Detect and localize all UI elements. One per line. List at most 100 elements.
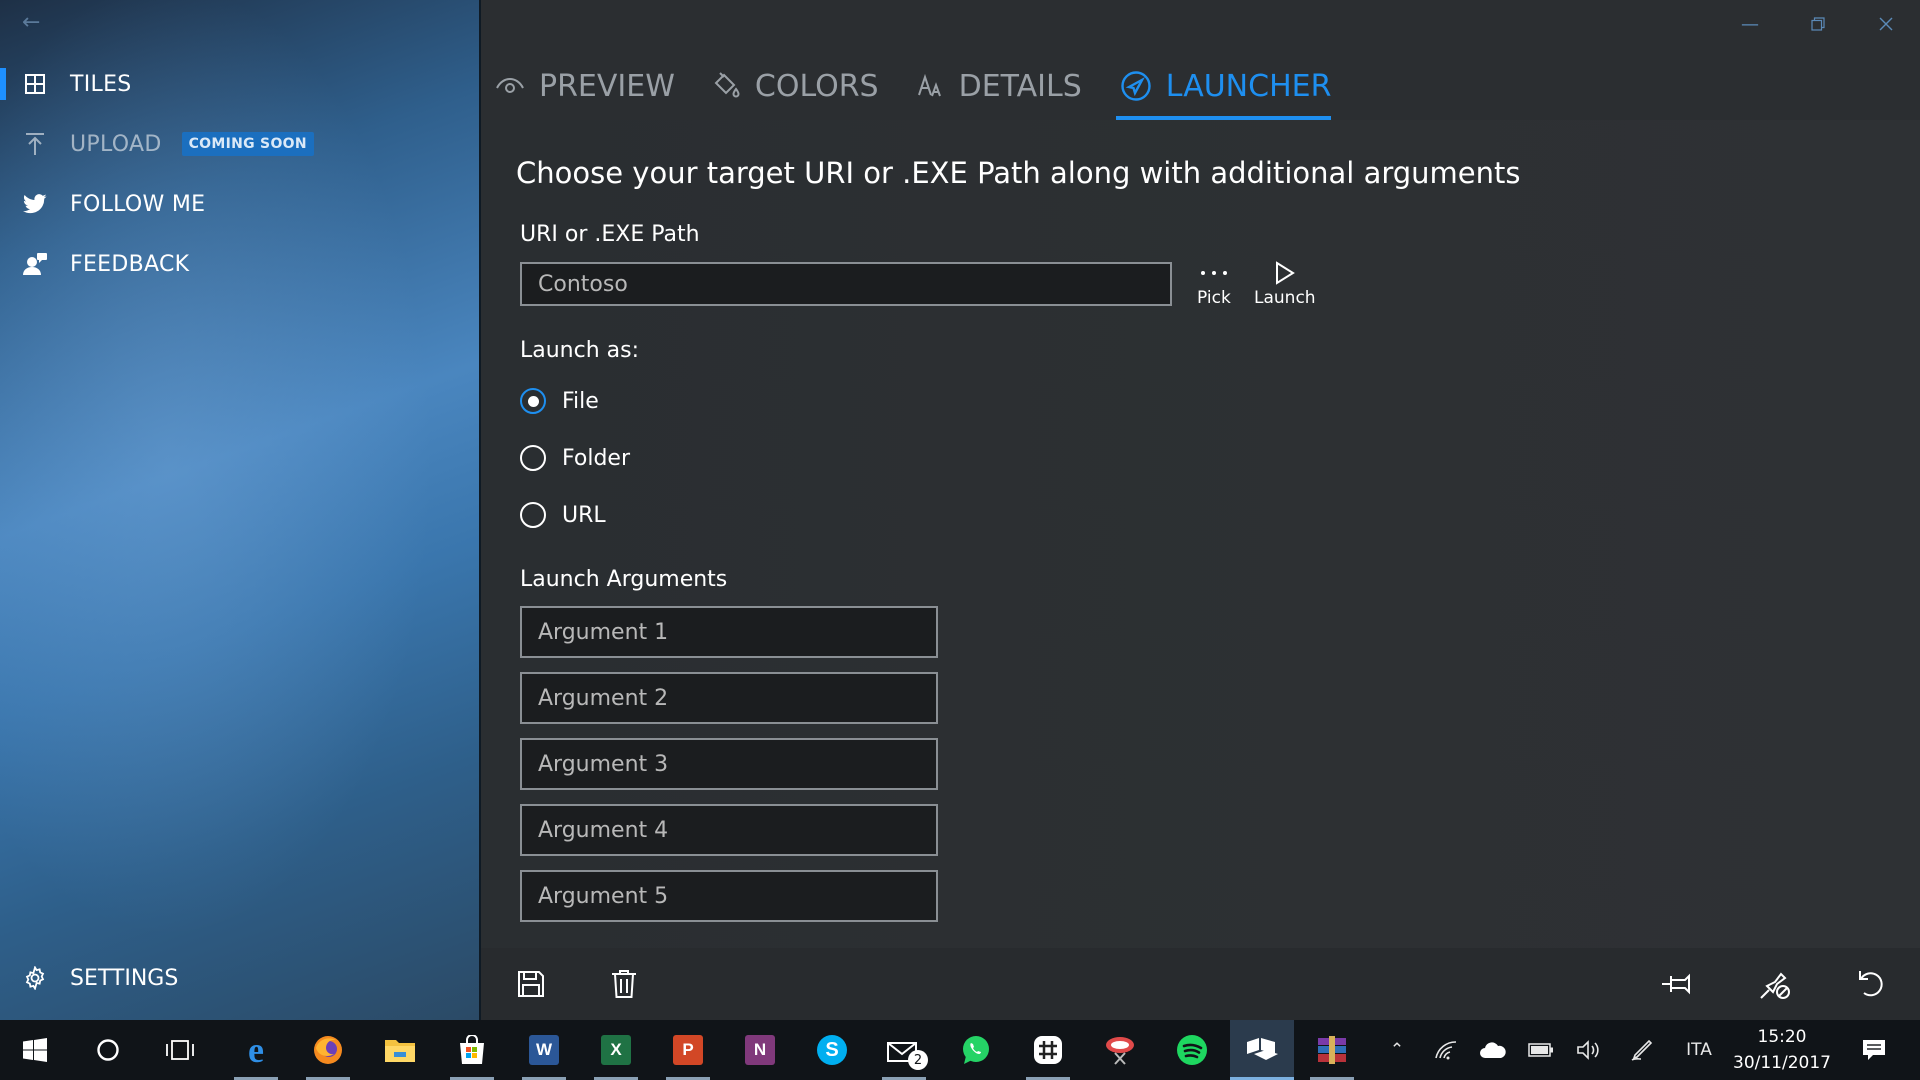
radio-url[interactable]: URL [520, 502, 606, 528]
edge-taskbar-icon[interactable]: e [226, 1020, 286, 1080]
radio-label: URL [562, 502, 606, 528]
tile-app-taskbar-icon[interactable] [1230, 1020, 1294, 1080]
tab-preview[interactable]: PREVIEW [495, 58, 675, 114]
launch-button[interactable]: Launch [1254, 258, 1316, 308]
argument-5-input[interactable] [520, 870, 938, 922]
restore-icon [1811, 17, 1825, 31]
minimize-button[interactable]: — [1716, 0, 1784, 48]
undo-button[interactable] [1844, 962, 1900, 1006]
system-clock[interactable]: 15:20 30/11/2017 [1722, 1024, 1842, 1076]
nav-item-follow-me[interactable]: FOLLOW ME [0, 176, 479, 232]
onenote-taskbar-icon[interactable]: N [730, 1020, 790, 1080]
input-language[interactable]: ITA [1676, 1020, 1722, 1080]
start-button[interactable] [5, 1020, 65, 1080]
pen-workspace-icon[interactable] [1624, 1020, 1660, 1080]
launch-arguments-label: Launch Arguments [520, 567, 728, 592]
word-taskbar-icon[interactable]: W [514, 1020, 574, 1080]
pin-icon [1662, 973, 1690, 995]
pin-button[interactable] [1650, 962, 1706, 1006]
windows-logo-icon [23, 1038, 47, 1062]
window-controls: — [1716, 0, 1920, 48]
radio-indicator [520, 502, 546, 528]
volume-icon[interactable] [1570, 1020, 1608, 1080]
launch-as-label: Launch as: [520, 338, 640, 363]
clock-time: 15:20 [1757, 1027, 1807, 1047]
tray-overflow-chevron-icon[interactable]: ⌃ [1380, 1020, 1414, 1080]
action-center-icon [1863, 1040, 1885, 1060]
radio-label: File [562, 388, 599, 414]
onedrive-icon[interactable] [1474, 1020, 1512, 1080]
cortana-button[interactable] [78, 1020, 138, 1080]
tab-label: COLORS [754, 68, 879, 104]
unpin-icon [1760, 972, 1790, 999]
navigation-pane: ← TILES UPLOAD COMING SOON FOLLOW ME FEE… [0, 0, 481, 1020]
eye-icon [495, 75, 525, 97]
tab-details[interactable]: DETAILS [917, 58, 1082, 114]
rocket-icon [1120, 70, 1152, 102]
unpin-button[interactable] [1747, 962, 1803, 1006]
back-arrow-icon[interactable]: ← [22, 10, 40, 35]
snipping-tool-taskbar-icon[interactable] [1090, 1020, 1150, 1080]
font-size-icon [917, 73, 945, 99]
trash-icon [612, 970, 636, 998]
launcher-heading: Choose your target URI or .EXE Path alon… [516, 156, 1521, 190]
tab-label: LAUNCHER [1165, 68, 1332, 104]
main-content: — PREVIEW COLORS DETAILS LAUNCHER Choose… [481, 0, 1920, 1020]
clock-date: 30/11/2017 [1733, 1053, 1831, 1073]
whatsapp-taskbar-icon[interactable] [946, 1020, 1006, 1080]
more-dots-icon [1199, 258, 1229, 288]
save-button[interactable] [503, 962, 559, 1006]
radio-indicator [520, 445, 546, 471]
close-icon [1879, 17, 1893, 31]
pick-button[interactable]: Pick [1197, 258, 1231, 308]
task-view-icon [166, 1040, 194, 1060]
command-bar [481, 948, 1920, 1020]
undo-icon [1859, 971, 1883, 997]
feedback-icon [0, 252, 70, 276]
spotify-taskbar-icon[interactable] [1162, 1020, 1222, 1080]
radio-file[interactable]: File [520, 388, 599, 414]
firefox-taskbar-icon[interactable] [298, 1020, 358, 1080]
winrar-taskbar-icon[interactable] [1302, 1020, 1362, 1080]
skype-taskbar-icon[interactable]: S [802, 1020, 862, 1080]
task-view-button[interactable] [150, 1020, 210, 1080]
play-icon [1275, 258, 1295, 288]
restore-button[interactable] [1784, 0, 1852, 48]
radio-label: Folder [562, 445, 630, 471]
argument-1-input[interactable] [520, 606, 938, 658]
tab-strip: PREVIEW COLORS DETAILS LAUNCHER [495, 58, 1369, 120]
argument-3-input[interactable] [520, 738, 938, 790]
excel-taskbar-icon[interactable]: X [586, 1020, 646, 1080]
nav-item-settings[interactable]: SETTINGS [0, 950, 479, 1006]
windows-taskbar: e W X P N S 2 ⌃ ITA 15:20 30/11/2017 [0, 1020, 1920, 1080]
nav-item-tiles[interactable]: TILES [0, 56, 479, 112]
wifi-icon[interactable] [1428, 1020, 1464, 1080]
mail-taskbar-icon[interactable]: 2 [874, 1020, 934, 1080]
argument-2-input[interactable] [520, 672, 938, 724]
close-button[interactable] [1852, 0, 1920, 48]
mail-count-badge: 2 [908, 1050, 928, 1070]
battery-icon[interactable] [1522, 1020, 1560, 1080]
argument-4-input[interactable] [520, 804, 938, 856]
gear-icon [0, 966, 70, 990]
nav-item-label: FEEDBACK [70, 251, 190, 277]
tab-launcher[interactable]: LAUNCHER [1115, 58, 1332, 120]
nav-item-label: TILES [70, 71, 132, 97]
nav-item-label: UPLOAD [70, 131, 162, 157]
tab-label: DETAILS [958, 68, 1082, 104]
twitter-icon [0, 194, 70, 214]
store-taskbar-icon[interactable] [442, 1020, 502, 1080]
settings-label: SETTINGS [70, 965, 179, 991]
tab-colors[interactable]: COLORS [713, 58, 879, 114]
radio-folder[interactable]: Folder [520, 445, 630, 471]
delete-button[interactable] [596, 962, 652, 1006]
slack-taskbar-icon[interactable] [1018, 1020, 1078, 1080]
file-explorer-taskbar-icon[interactable] [370, 1020, 430, 1080]
powerpoint-taskbar-icon[interactable]: P [658, 1020, 718, 1080]
action-center-button[interactable] [1852, 1020, 1896, 1080]
uri-input[interactable] [520, 262, 1172, 306]
nav-item-feedback[interactable]: FEEDBACK [0, 236, 479, 292]
tab-label: PREVIEW [539, 68, 675, 104]
nav-item-upload[interactable]: UPLOAD COMING SOON [0, 116, 479, 172]
launch-label: Launch [1254, 288, 1316, 308]
